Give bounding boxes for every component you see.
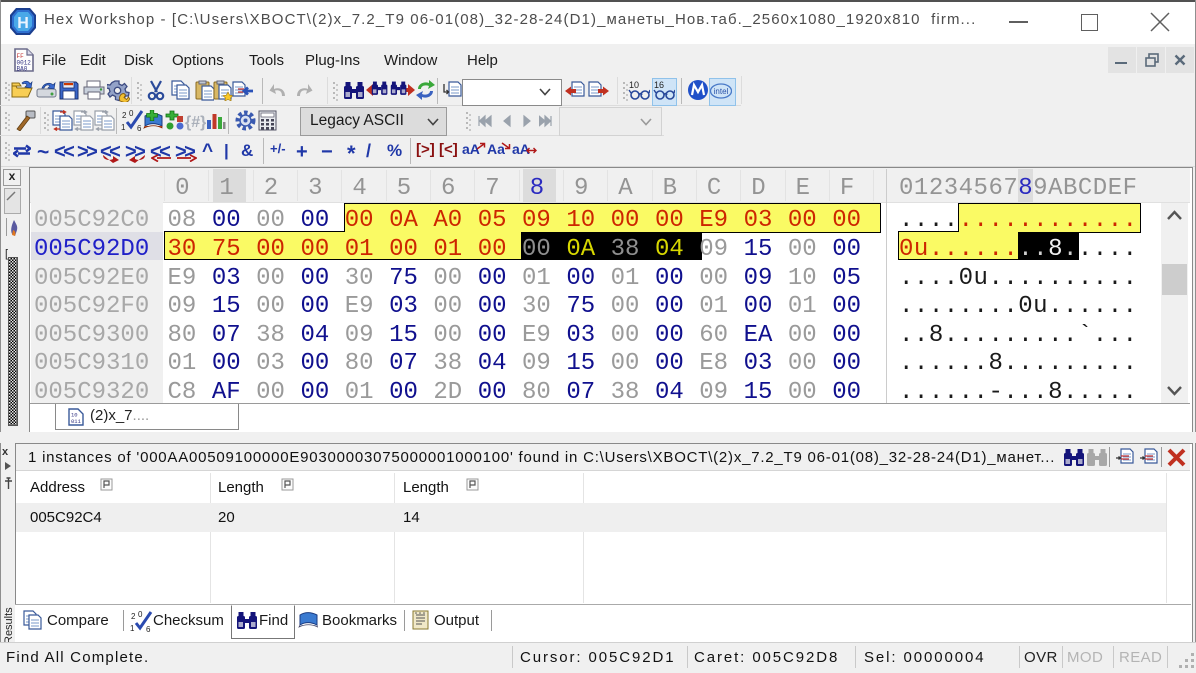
svg-text:0: 0 — [138, 610, 143, 619]
svg-text:Results: Results — [3, 607, 15, 644]
svg-text:011: 011 — [71, 418, 82, 425]
svg-text:1: 1 — [121, 123, 126, 131]
svg-text:6: 6 — [146, 625, 151, 632]
svg-text:intel: intel — [714, 87, 729, 96]
svg-text:0: 0 — [129, 109, 134, 118]
svg-text:BA0: BA0 — [17, 66, 28, 73]
svg-text:16: 16 — [654, 80, 664, 90]
svg-text:H: H — [17, 15, 29, 32]
svg-text:2: 2 — [131, 612, 136, 621]
svg-text:10: 10 — [629, 80, 639, 90]
svg-text:2: 2 — [122, 111, 127, 120]
svg-text:1: 1 — [130, 624, 135, 632]
svg-text:{#}: {#} — [185, 114, 206, 131]
